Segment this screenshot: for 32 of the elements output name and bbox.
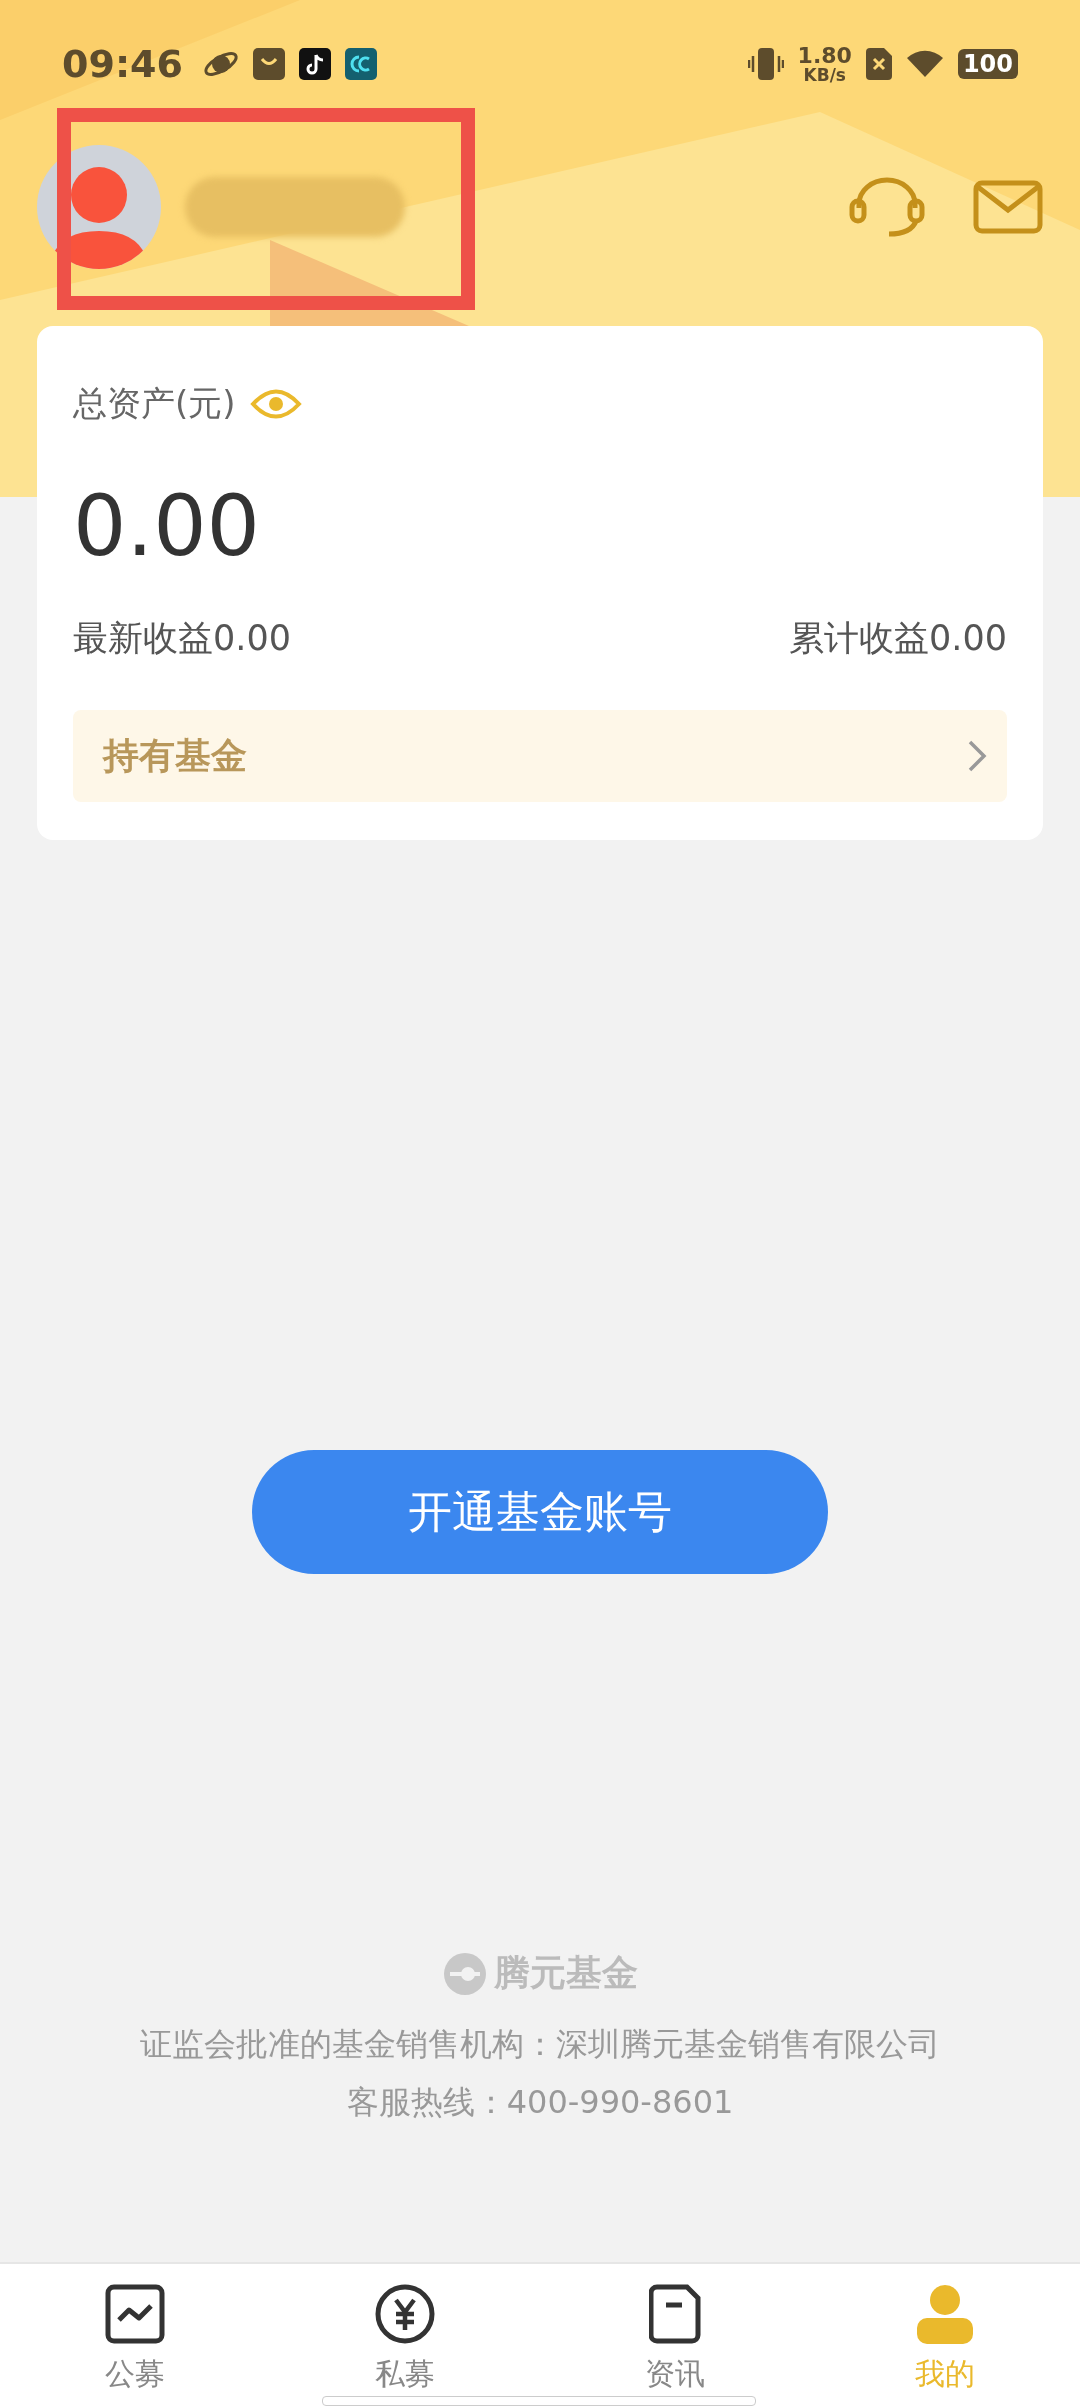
eye-icon[interactable] (249, 387, 302, 421)
total-assets-amount: 0.00 (73, 477, 262, 575)
chart-icon (105, 2284, 165, 2344)
open-account-button[interactable]: 开通基金账号 (252, 1450, 828, 1574)
network-speed-unit: KB/s (803, 66, 846, 84)
license-text: 证监会批准的基金销售机构：深圳腾元基金销售有限公司 (140, 2024, 940, 2065)
total-assets-label: 总资产(元) (73, 382, 236, 425)
planet-icon (202, 49, 239, 79)
mail-icon[interactable] (973, 180, 1043, 234)
hotline-text: 客服热线：400-990-8601 (346, 2082, 734, 2123)
nav-tab[interactable]: 私募 (270, 2264, 540, 2408)
nav-tab[interactable]: 资讯 (540, 2264, 810, 2408)
holdings-link[interactable]: 持有基金 (73, 710, 1007, 802)
person-icon (917, 2284, 973, 2344)
chevron-right-icon (967, 739, 987, 773)
brand-logo-icon (442, 1950, 488, 1997)
yen-icon (375, 2284, 435, 2344)
document-icon (649, 2284, 701, 2344)
total-income: 累计收益0.00 (789, 617, 1007, 660)
nav-tab[interactable]: 公募 (0, 2264, 270, 2408)
music-note-icon (298, 48, 331, 80)
network-speed-value: 1.80 (797, 44, 852, 67)
status-time: 09:46 (62, 42, 183, 86)
nav-tab[interactable]: 我的 (810, 2264, 1080, 2408)
wifi-icon (905, 49, 944, 79)
app-icon (344, 48, 377, 80)
latest-income: 最新收益0.00 (73, 617, 291, 660)
headset-icon[interactable] (849, 176, 925, 238)
vibrate-icon (747, 47, 784, 81)
home-indicator[interactable] (322, 2396, 756, 2406)
shopping-bag-icon (252, 48, 285, 80)
battery-level: 100 (957, 49, 1018, 79)
